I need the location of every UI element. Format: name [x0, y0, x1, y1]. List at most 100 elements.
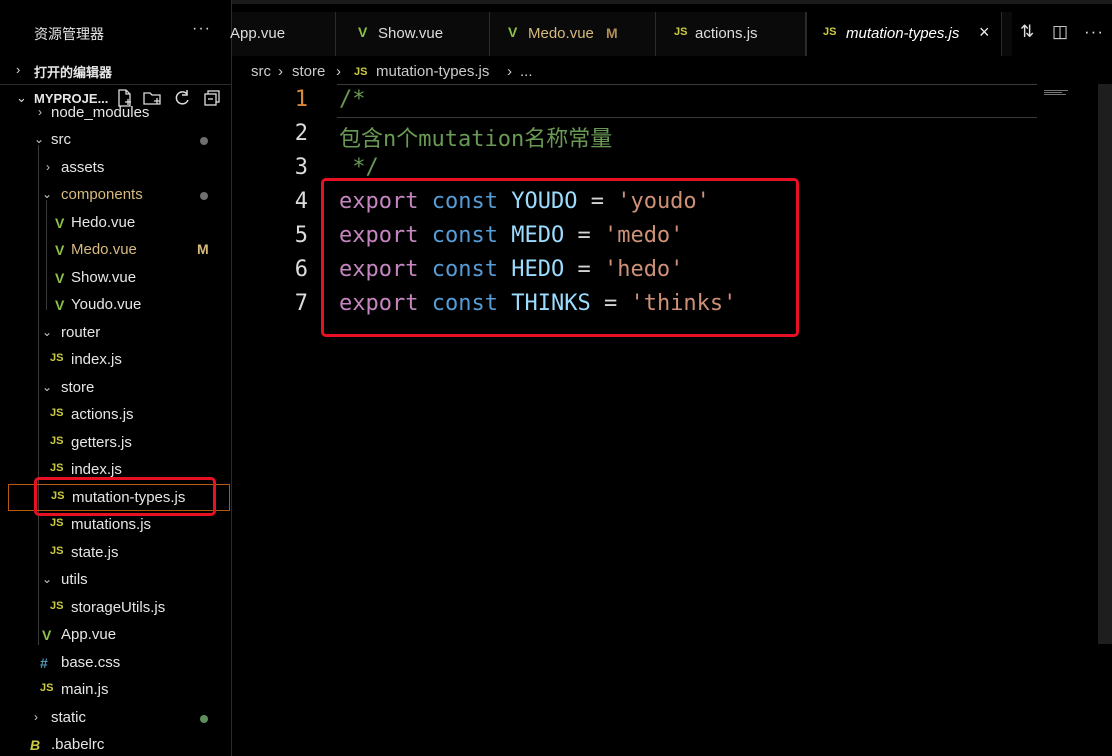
tree-file-storageutils[interactable]: JS storageUtils.js: [0, 595, 231, 622]
tree-item-label: Hedo.vue: [71, 214, 136, 231]
tab-medo-vue[interactable]: V Medo.vue M: [490, 12, 656, 56]
tree-item-label: router: [61, 324, 101, 341]
chevron-right-icon: ›: [34, 710, 38, 724]
modified-dot: [200, 192, 208, 200]
compare-changes-icon[interactable]: ⇅: [1020, 22, 1034, 42]
line-number: 6: [294, 257, 308, 282]
code-comment: /*: [339, 87, 366, 112]
current-line-highlight: [337, 84, 1037, 118]
vue-file-icon: V: [508, 24, 518, 40]
modified-badge: M: [197, 241, 209, 257]
tree-file-medo[interactable]: V Medo.vue M: [0, 237, 231, 264]
tree-file-base-css[interactable]: # base.css: [0, 650, 231, 677]
breadcrumb-item[interactable]: src: [251, 63, 271, 80]
tree-file-youdo[interactable]: V Youdo.vue: [0, 292, 231, 319]
vue-file-icon: V: [55, 242, 65, 258]
tree-item-label: Medo.vue: [71, 241, 137, 258]
tree-folder-assets[interactable]: › assets: [0, 155, 231, 182]
chevron-down-icon: ⌄: [42, 187, 53, 201]
tab-app-vue[interactable]: App.vue: [230, 12, 336, 56]
tab-label: Show.vue: [378, 25, 444, 42]
tree-item-label: getters.js: [71, 434, 132, 451]
tree-item-label: assets: [61, 159, 105, 176]
tab-actions-js[interactable]: JS actions.js: [656, 12, 806, 56]
tree-file-show[interactable]: V Show.vue: [0, 265, 231, 292]
minimap[interactable]: [1044, 90, 1072, 98]
tree-item-label: actions.js: [71, 406, 134, 423]
more-actions-icon[interactable]: ···: [1084, 22, 1104, 42]
tree-item-label: Show.vue: [71, 269, 137, 286]
vue-file-icon: V: [55, 215, 65, 231]
line-number: 3: [294, 155, 308, 180]
vue-file-icon: V: [55, 270, 65, 286]
babel-file-icon: B: [30, 737, 41, 753]
tree-item-label: store: [61, 379, 95, 396]
js-file-icon: JS: [50, 517, 64, 529]
tree-folder-src[interactable]: ⌄ src: [0, 127, 231, 154]
tab-mutation-types-js[interactable]: JS mutation-types.js ×: [806, 12, 1002, 56]
code-editor[interactable]: 1 2 3 4 5 6 7 /* 包含n个mutation名称常量 */ exp…: [232, 84, 1112, 756]
code-comment: 包含n个mutation名称常量: [339, 127, 613, 152]
js-file-icon: JS: [674, 26, 688, 38]
tab-label: App.vue: [230, 25, 286, 42]
tree-folder-node-modules[interactable]: › node_modules: [0, 100, 231, 127]
tab-label: actions.js: [695, 25, 758, 42]
tab-label: Medo.vue: [528, 25, 594, 42]
js-file-icon: JS: [40, 682, 54, 694]
tree-folder-utils[interactable]: ⌄ utils: [0, 567, 231, 594]
tree-item-label: .babelrc: [51, 736, 105, 753]
tree-file-router-index[interactable]: JS index.js: [0, 347, 231, 374]
line-number: 1: [294, 87, 308, 112]
js-file-icon: JS: [50, 545, 64, 557]
tree-file-mutations[interactable]: JS mutations.js: [0, 512, 231, 539]
tree-folder-store[interactable]: ⌄ store: [0, 375, 231, 402]
tree-folder-components[interactable]: ⌄ components: [0, 182, 231, 209]
modified-badge: M: [606, 25, 618, 41]
tree-item-label: base.css: [61, 654, 121, 671]
vue-file-icon: V: [55, 297, 65, 313]
js-file-icon: JS: [823, 26, 837, 38]
highlight-box-code: [321, 178, 799, 337]
tree-item-label: index.js: [71, 461, 122, 478]
more-actions-icon[interactable]: ···: [192, 20, 211, 38]
tree-file-getters[interactable]: JS getters.js: [0, 430, 231, 457]
modified-dot: [200, 715, 208, 723]
chevron-right-icon: ›: [38, 105, 42, 119]
js-file-icon: JS: [50, 435, 64, 447]
tree-file-babelrc[interactable]: B .babelrc: [0, 732, 231, 756]
tree-file-app[interactable]: V App.vue: [0, 622, 231, 649]
tree-item-label: mutations.js: [71, 516, 152, 533]
js-file-icon: JS: [50, 352, 64, 364]
split-editor-icon[interactable]: ◫: [1052, 22, 1068, 42]
js-file-icon: JS: [50, 407, 64, 419]
close-icon[interactable]: ×: [979, 22, 990, 43]
vertical-scrollbar[interactable]: [1098, 84, 1112, 644]
chevron-right-icon: ›: [507, 63, 512, 80]
chevron-right-icon: ›: [16, 62, 21, 77]
tab-label: mutation-types.js: [846, 25, 960, 42]
explorer-header: 资源管理器 ···: [0, 14, 231, 54]
highlight-box-file: [34, 477, 216, 516]
open-editors-section[interactable]: › 打开的编辑器: [0, 56, 231, 85]
tree-folder-static[interactable]: › static: [0, 705, 231, 732]
tree-file-main[interactable]: JS main.js: [0, 677, 231, 704]
tree-folder-router[interactable]: ⌄ router: [0, 320, 231, 347]
breadcrumb-item[interactable]: mutation-types.js: [376, 63, 489, 80]
tree-file-actions[interactable]: JS actions.js: [0, 402, 231, 429]
tree-item-label: utils: [61, 571, 88, 588]
chevron-right-icon: ›: [336, 63, 341, 80]
chevron-right-icon: ›: [46, 160, 50, 174]
tree-item-label: src: [51, 131, 71, 148]
breadcrumb: src › store › JS mutation-types.js › ...: [232, 58, 1112, 84]
tree-item-label: storageUtils.js: [71, 599, 166, 616]
tree-item-label: state.js: [71, 544, 119, 561]
breadcrumb-item[interactable]: ...: [520, 63, 533, 80]
tree-item-label: main.js: [61, 681, 109, 698]
open-editors-label: 打开的编辑器: [34, 65, 113, 80]
line-number: 4: [294, 189, 308, 214]
explorer-sidebar: 资源管理器 ··· › 打开的编辑器 ⌄ MYPROJE... › node_m…: [0, 0, 232, 756]
tree-file-hedo[interactable]: V Hedo.vue: [0, 210, 231, 237]
tree-file-state[interactable]: JS state.js: [0, 540, 231, 567]
breadcrumb-item[interactable]: store: [292, 63, 325, 80]
tab-show-vue[interactable]: V Show.vue: [336, 12, 490, 56]
